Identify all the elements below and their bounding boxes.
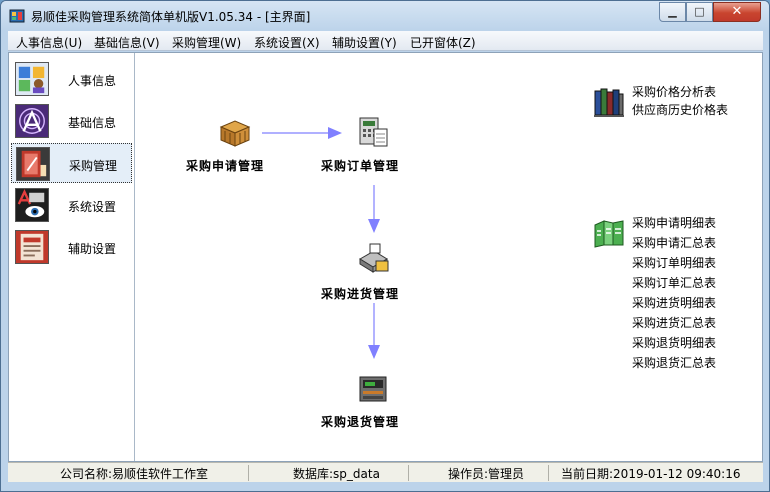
calculator-icon bbox=[359, 117, 388, 147]
workflow-receive-label: 采购进货管理 bbox=[321, 287, 400, 301]
html-doc-icon bbox=[15, 230, 49, 264]
maximize-icon: □ bbox=[694, 5, 705, 18]
people-icon bbox=[15, 62, 49, 96]
sidebar-item-label: 采购管理 bbox=[69, 159, 118, 173]
close-button[interactable]: ✕ bbox=[713, 2, 761, 22]
sidebar-item-label: 系统设置 bbox=[68, 200, 117, 214]
maximize-button[interactable]: □ bbox=[686, 2, 713, 22]
minimize-button[interactable]: ▁ bbox=[659, 2, 686, 22]
title-bar[interactable]: 易顺佳采购管理系统简体单机版V1.05.34 - [主界面] ▁ □ ✕ bbox=[1, 1, 769, 31]
report-receive-detail[interactable]: 采购进货明细表 bbox=[632, 294, 716, 311]
purchase-icon bbox=[16, 147, 50, 181]
window-bottom-border bbox=[1, 482, 769, 491]
workflow-order-label: 采购订单管理 bbox=[321, 159, 400, 173]
status-divider bbox=[408, 465, 409, 481]
sidebar-item-purchase[interactable]: 采购管理 bbox=[11, 143, 132, 183]
status-divider bbox=[248, 465, 249, 481]
report-receive-summary[interactable]: 采购进货汇总表 bbox=[632, 314, 716, 331]
menu-bar: 人事信息(U) 基础信息(V) 采购管理(W) 系统设置(X) 辅助设置(Y) … bbox=[8, 31, 763, 51]
sidebar-item-label: 辅助设置 bbox=[68, 242, 117, 256]
close-icon: ✕ bbox=[731, 4, 743, 19]
binders-icon bbox=[594, 220, 624, 248]
status-divider bbox=[548, 465, 549, 481]
sidebar-item-basic-info[interactable]: 基础信息 bbox=[11, 101, 132, 141]
radar-icon bbox=[15, 104, 49, 138]
menu-aux-settings[interactable]: 辅助设置(Y) bbox=[332, 34, 397, 51]
books-icon bbox=[594, 88, 624, 117]
client-area: 人事信息 基础信息 采购管理 系统设置 辅助设置 采购申请管理 采购订单管理 采… bbox=[8, 52, 763, 462]
report-return-summary[interactable]: 采购退货汇总表 bbox=[632, 354, 716, 371]
sidebar-item-label: 人事信息 bbox=[68, 74, 117, 88]
report-supplier-price-history[interactable]: 供应商历史价格表 bbox=[632, 101, 728, 118]
report-price-analysis[interactable]: 采购价格分析表 bbox=[632, 83, 716, 100]
register-icon bbox=[359, 376, 387, 402]
sidebar-item-personnel[interactable]: 人事信息 bbox=[11, 59, 132, 99]
sidebar: 人事信息 基础信息 采购管理 系统设置 辅助设置 bbox=[9, 53, 135, 461]
status-date: 当前日期:2019-01-12 09:40:16 bbox=[561, 467, 741, 481]
status-operator: 操作员:管理员 bbox=[448, 467, 525, 481]
status-bar: 公司名称:易顺佳软件工作室 数据库:sp_data 操作员:管理员 当前日期:2… bbox=[8, 462, 763, 482]
workflow-returns-label: 采购退货管理 bbox=[321, 415, 400, 429]
report-order-summary[interactable]: 采购订单汇总表 bbox=[632, 274, 716, 291]
menu-purchase[interactable]: 采购管理(W) bbox=[172, 34, 241, 51]
menu-system-settings[interactable]: 系统设置(X) bbox=[254, 34, 320, 51]
minimize-icon: ▁ bbox=[668, 5, 677, 18]
status-company: 公司名称:易顺佳软件工作室 bbox=[60, 467, 209, 481]
sidebar-item-system-settings[interactable]: 系统设置 bbox=[11, 185, 132, 225]
app-window: 易顺佳采购管理系统简体单机版V1.05.34 - [主界面] ▁ □ ✕ 人事信… bbox=[0, 0, 770, 492]
report-request-detail[interactable]: 采购申请明细表 bbox=[632, 214, 716, 231]
menu-basic-info[interactable]: 基础信息(V) bbox=[94, 34, 160, 51]
sidebar-item-aux-settings[interactable]: 辅助设置 bbox=[11, 227, 132, 267]
right-edge bbox=[763, 52, 769, 462]
app-icon bbox=[9, 9, 25, 23]
crate-icon bbox=[219, 120, 251, 147]
window-title: 易顺佳采购管理系统简体单机版V1.05.34 - [主界面] bbox=[31, 10, 311, 24]
report-request-summary[interactable]: 采购申请汇总表 bbox=[632, 234, 716, 251]
menu-personnel[interactable]: 人事信息(U) bbox=[16, 34, 82, 51]
status-database: 数据库:sp_data bbox=[293, 467, 380, 481]
settings-icon bbox=[15, 188, 49, 222]
scanner-icon bbox=[359, 243, 389, 273]
sidebar-item-label: 基础信息 bbox=[68, 116, 117, 130]
workflow-request-label: 采购申请管理 bbox=[186, 159, 265, 173]
report-order-detail[interactable]: 采购订单明细表 bbox=[632, 254, 716, 271]
main-panel: 采购申请管理 采购订单管理 采购进货管理 采购退货管理 采购价格分析表 供应商历… bbox=[136, 53, 762, 461]
report-return-detail[interactable]: 采购退货明细表 bbox=[632, 334, 716, 351]
menu-open-windows[interactable]: 已开窗体(Z) bbox=[410, 34, 476, 51]
